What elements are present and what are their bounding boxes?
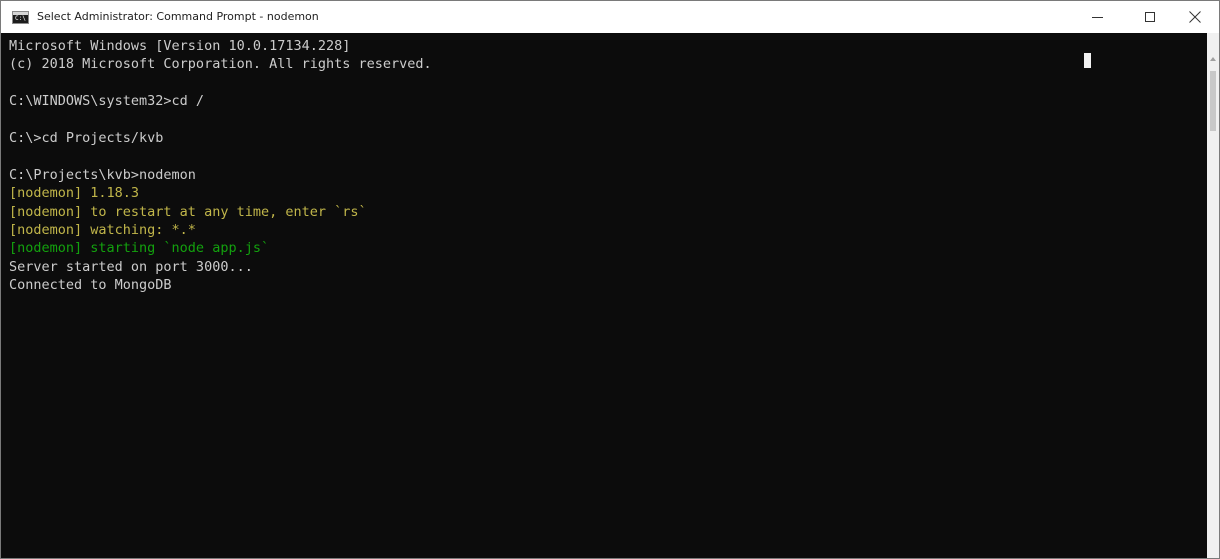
console-line: [nodemon] starting `node app.js` (9, 240, 270, 257)
console-output[interactable]: Microsoft Windows [Version 10.0.17134.22… (1, 33, 1207, 558)
console-line: Connected to MongoDB (9, 277, 172, 294)
console-line: C:\>cd Projects/kvb (9, 129, 164, 146)
console-line: (c) 2018 Microsoft Corporation. All righ… (9, 56, 432, 73)
cmd-icon-prompt: C:\ (15, 15, 26, 22)
close-button[interactable] (1173, 1, 1219, 33)
cmd-icon[interactable]: C:\ (12, 11, 29, 24)
minimize-button[interactable] (1075, 1, 1121, 33)
console-lines: Microsoft Windows [Version 10.0.17134.22… (9, 37, 432, 294)
text-cursor (1084, 53, 1091, 68)
console-line: [nodemon] 1.18.3 (9, 185, 140, 202)
scroll-up-arrow-icon[interactable] (1210, 57, 1216, 61)
console-line: C:\WINDOWS\system32>cd / (9, 93, 205, 110)
console-line: Server started on port 3000... (9, 258, 253, 275)
console-line: C:\Projects\kvb>nodemon (9, 166, 196, 183)
maximize-icon (1145, 12, 1155, 22)
close-icon (1189, 11, 1201, 23)
console-line: [nodemon] to restart at any time, enter … (9, 203, 367, 220)
minimize-icon (1092, 17, 1103, 18)
console-line: Microsoft Windows [Version 10.0.17134.22… (9, 38, 351, 54)
vertical-scrollbar[interactable] (1207, 33, 1219, 558)
window-title: Select Administrator: Command Prompt - n… (37, 10, 319, 23)
maximize-button[interactable] (1128, 1, 1174, 33)
console-line: [nodemon] watching: *.* (9, 221, 196, 238)
title-bar[interactable]: C:\ Select Administrator: Command Prompt… (1, 1, 1219, 33)
command-prompt-window: C:\ Select Administrator: Command Prompt… (0, 0, 1220, 559)
scrollbar-thumb[interactable] (1210, 71, 1216, 131)
